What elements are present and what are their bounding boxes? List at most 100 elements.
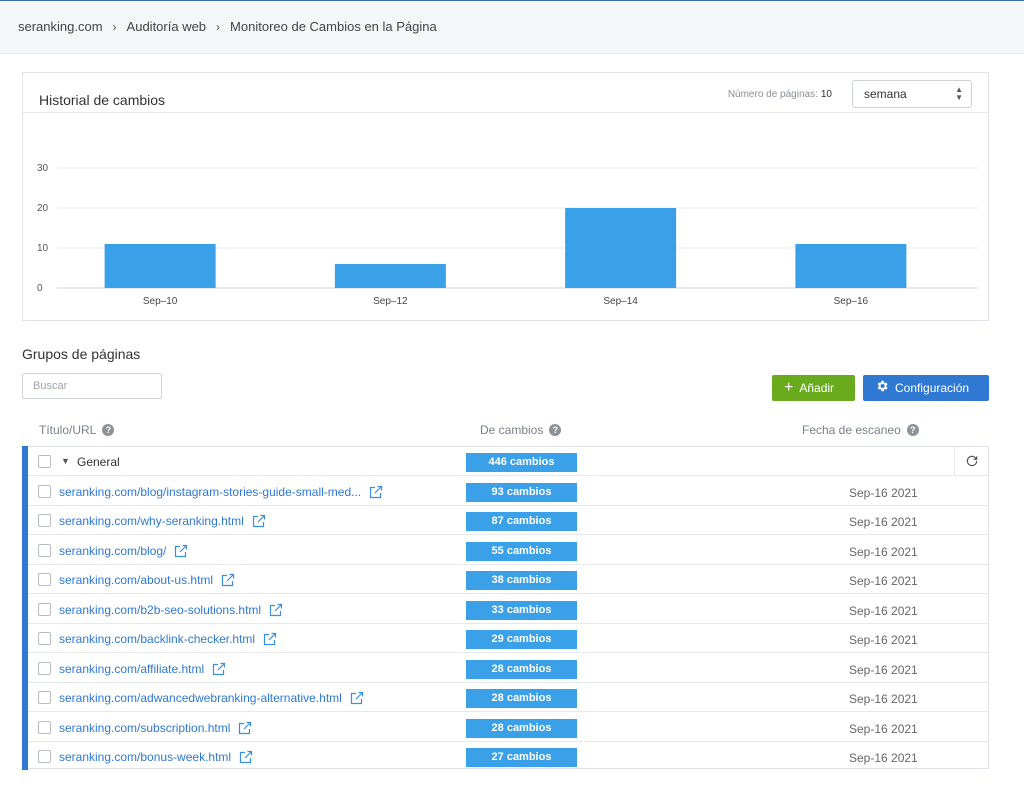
external-link-icon[interactable] (369, 485, 383, 502)
y-tick-label: 0 (37, 283, 43, 294)
column-header-title[interactable]: Título/URL? (39, 423, 115, 437)
page-url-link[interactable]: seranking.com/about-us.html (59, 573, 235, 590)
x-tick-label: Sep–12 (373, 296, 408, 307)
changes-badge: 28 cambios (466, 689, 577, 708)
external-link-icon[interactable] (269, 603, 283, 620)
table-row[interactable]: seranking.com/adwancedwebranking-alterna… (28, 683, 988, 712)
pages-count: Número de páginas: 10 (728, 89, 832, 100)
page-url[interactable]: seranking.com/blog/instagram-stories-gui… (59, 485, 361, 499)
column-changes-label: De cambios (480, 423, 544, 437)
page-url[interactable]: seranking.com/why-seranking.html (59, 514, 244, 528)
row-checkbox[interactable] (38, 573, 51, 586)
groups-title: Grupos de páginas (22, 346, 141, 362)
chart-bar[interactable] (334, 264, 446, 288)
select-arrows-icon: ▲ ▼ (955, 85, 963, 102)
refresh-icon[interactable] (954, 447, 988, 475)
table-row[interactable]: seranking.com/bonus-week.html 27 cambios S… (28, 742, 988, 771)
add-button-label: Añadir (799, 381, 835, 395)
column-header-changes[interactable]: De cambios? (480, 423, 562, 437)
history-chart: 0 10 20 30 Sep–10 Sep–12 Sep–14 Sep–16 (37, 163, 978, 307)
external-link-icon[interactable] (263, 632, 277, 649)
row-checkbox[interactable] (38, 750, 51, 763)
pages-table: ▼ General 446 cambios seranking.com/blog… (22, 446, 989, 771)
page-url-link[interactable]: seranking.com/blog/ (59, 544, 188, 561)
plus-icon: + (784, 379, 794, 396)
column-date-label: Fecha de escaneo (802, 423, 901, 437)
search-input[interactable] (22, 373, 162, 399)
chart-bar[interactable] (104, 244, 216, 288)
external-link-icon[interactable] (350, 691, 364, 708)
table-row[interactable]: seranking.com/about-us.html 38 cambios Sep… (28, 565, 988, 594)
page-url-link[interactable]: seranking.com/adwancedwebranking-alterna… (59, 691, 364, 708)
changes-badge: 93 cambios (466, 482, 577, 502)
external-link-icon[interactable] (212, 662, 226, 679)
group-checkbox[interactable] (38, 455, 51, 468)
add-button[interactable]: + Añadir (772, 375, 855, 401)
external-link-icon[interactable] (221, 573, 235, 590)
period-select[interactable]: semana ▲ ▼ (852, 80, 972, 108)
row-checkbox[interactable] (38, 543, 51, 557)
settings-button[interactable]: Configuración (863, 375, 989, 401)
period-select-value: semana (864, 87, 907, 101)
scan-date: Sep-16 2021 (849, 515, 918, 529)
page-url[interactable]: seranking.com/about-us.html (59, 573, 213, 587)
page-url-link[interactable]: seranking.com/blog/instagram-stories-gui… (59, 485, 383, 502)
page-url[interactable]: seranking.com/blog/ (59, 544, 166, 558)
page-url-link[interactable]: seranking.com/b2b-seo-solutions.html (59, 603, 283, 620)
row-checkbox[interactable] (38, 602, 51, 616)
row-checkbox[interactable] (38, 484, 51, 498)
page-url[interactable]: seranking.com/bonus-week.html (59, 750, 231, 764)
caret-down-icon[interactable]: ▼ (61, 456, 70, 466)
table-row[interactable]: seranking.com/subscription.html 28 cambio… (28, 713, 988, 742)
changes-badge: 55 cambios (466, 541, 577, 561)
breadcrumb-item-current: Monitoreo de Cambios en la Página (230, 19, 437, 34)
row-checkbox[interactable] (38, 632, 51, 645)
table-row[interactable]: seranking.com/blog/instagram-stories-gui… (28, 477, 988, 506)
page-url-link[interactable]: seranking.com/backlink-checker.html (59, 632, 277, 649)
changes-badge: 38 cambios (466, 571, 577, 590)
external-link-icon[interactable] (238, 721, 252, 738)
chart-bar[interactable] (795, 244, 907, 288)
page-url-link[interactable]: seranking.com/affiliate.html (59, 662, 226, 679)
external-link-icon[interactable] (239, 750, 253, 767)
row-checkbox[interactable] (38, 661, 51, 675)
row-checkbox[interactable] (38, 691, 51, 704)
group-row[interactable]: ▼ General 446 cambios (28, 447, 988, 476)
page-url[interactable]: seranking.com/b2b-seo-solutions.html (59, 603, 261, 617)
external-link-icon[interactable] (174, 544, 188, 561)
help-icon[interactable]: ? (906, 424, 919, 436)
table-row[interactable]: seranking.com/why-seranking.html 87 cambi… (28, 506, 988, 535)
table-row[interactable]: seranking.com/b2b-seo-solutions.html 33 c… (28, 595, 988, 624)
scan-date: Sep-16 2021 (849, 544, 918, 559)
row-checkbox[interactable] (38, 514, 51, 527)
breadcrumb-item-audit[interactable]: Auditoría web (127, 19, 207, 34)
chart-bar[interactable] (565, 208, 677, 288)
page-url-link[interactable]: seranking.com/bonus-week.html (59, 750, 253, 767)
column-header-date[interactable]: Fecha de escaneo? (802, 423, 919, 437)
breadcrumb-item-site[interactable]: seranking.com (18, 19, 103, 34)
page-url[interactable]: seranking.com/adwancedwebranking-alterna… (59, 691, 342, 705)
page-url[interactable]: seranking.com/backlink-checker.html (59, 632, 255, 646)
row-checkbox[interactable] (38, 720, 51, 734)
page-url[interactable]: seranking.com/affiliate.html (59, 662, 204, 676)
page-url-link[interactable]: seranking.com/why-seranking.html (59, 514, 266, 531)
pages-count-label: Número de páginas: (727, 89, 818, 100)
table-row[interactable]: seranking.com/blog/55 cambios Sep-16 2021 (28, 536, 988, 565)
chevron-right-icon: › (112, 19, 117, 34)
external-link-icon[interactable] (252, 514, 266, 531)
help-icon[interactable]: ? (102, 424, 115, 436)
help-icon[interactable]: ? (549, 424, 562, 436)
breadcrumb: seranking.com › Auditoría web › Monitore… (18, 19, 437, 34)
settings-button-label: Configuración (895, 381, 970, 395)
page-url-link[interactable]: seranking.com/subscription.html (59, 721, 252, 738)
scan-date: Sep-16 2021 (849, 485, 918, 500)
chevron-right-icon: › (216, 19, 221, 34)
scan-date: Sep-16 2021 (849, 633, 918, 647)
scan-date: Sep-16 2021 (849, 692, 918, 706)
table-row[interactable]: seranking.com/backlink-checker.html 29 ca… (28, 624, 988, 653)
history-card: Historial de cambios Número de páginas: 1… (22, 72, 989, 321)
table-row[interactable]: seranking.com/affiliate.html 28 cambios Se… (28, 654, 988, 683)
changes-badge: 28 cambios (466, 659, 577, 679)
page-url[interactable]: seranking.com/subscription.html (59, 721, 230, 735)
y-tick-label: 30 (37, 163, 49, 174)
